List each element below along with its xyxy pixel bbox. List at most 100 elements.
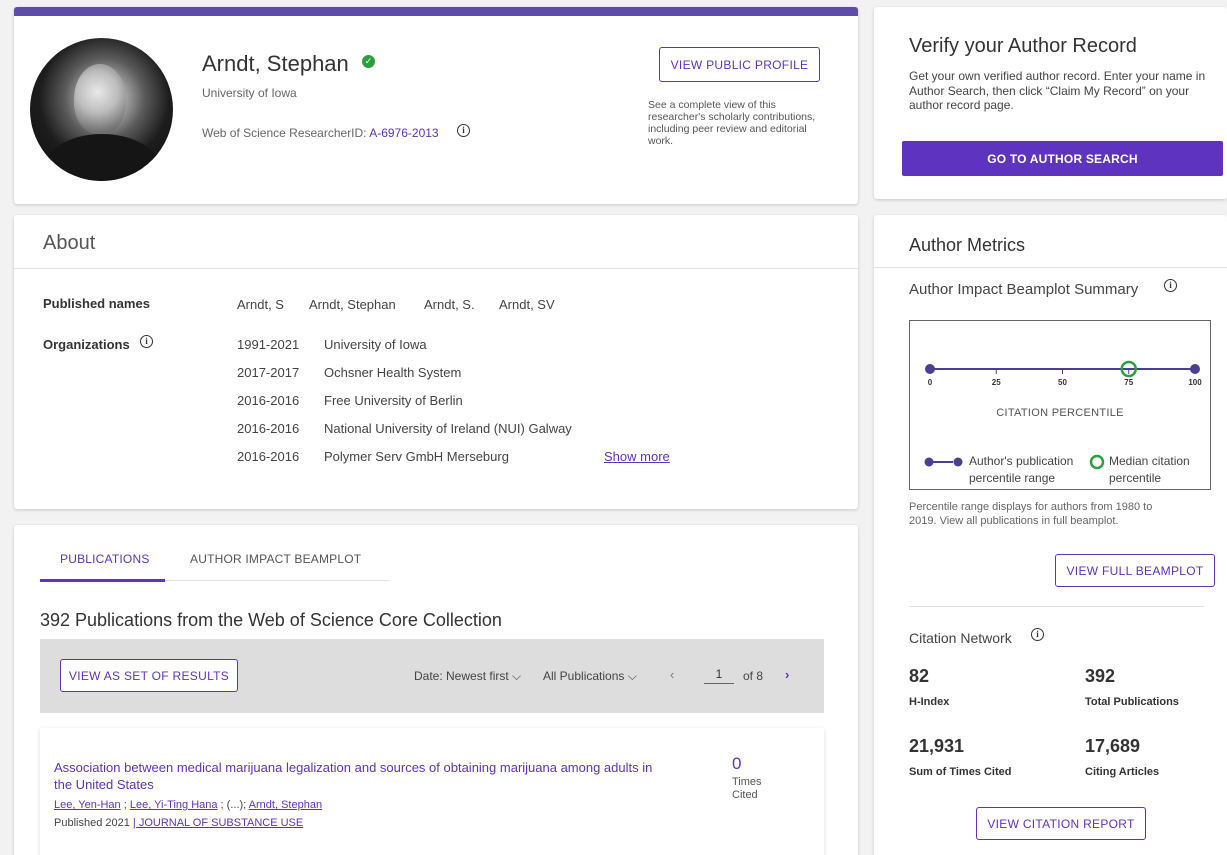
published-name: Arndt, Stephan <box>309 297 396 312</box>
published-year: Published 2021 <box>54 817 133 829</box>
publication-title-link[interactable]: Association between medical marijuana le… <box>54 759 674 793</box>
org-years: 1991-2021 <box>237 337 300 352</box>
beamplot-ticks: 0 25 50 75 100 <box>928 369 1202 387</box>
published-name: Arndt, S <box>237 297 284 312</box>
chevron-left-icon[interactable]: ‹ <box>670 667 674 682</box>
author-link[interactable]: Lee, Yen-Han <box>54 799 121 811</box>
times-cited-value: 21,931 <box>909 736 965 756</box>
org-name: University of Iowa <box>324 337 427 352</box>
legend-range-start <box>924 457 934 467</box>
divider <box>874 267 1227 268</box>
org-name: Ochsner Health System <box>324 365 462 380</box>
avatar <box>30 38 173 181</box>
metrics-title: Author Metrics <box>909 235 1026 255</box>
citation-network-title: Citation Network <box>909 630 1012 646</box>
organizations-label: Organizations <box>43 337 130 352</box>
avatar-shoulders <box>44 134 160 181</box>
legend-median-label: Median citation percentile <box>1109 454 1190 485</box>
published-name: Arndt, S. <box>424 297 475 312</box>
beamplot-tick-label: 75 <box>1124 378 1133 387</box>
view-public-profile-button[interactable]: VIEW PUBLIC PROFILE <box>659 47 820 82</box>
published-name: Arndt, SV <box>499 297 555 312</box>
author-separator: ; <box>120 799 130 811</box>
show-more-link[interactable]: Show more <box>604 449 670 464</box>
view-full-beamplot-button[interactable]: VIEW FULL BEAMPLOT <box>1055 554 1215 587</box>
verify-description: Get your own verified author record. Ent… <box>909 69 1206 112</box>
beamplot-tick-label: 25 <box>992 378 1001 387</box>
researcher-id-link[interactable]: A-6976-2013 <box>369 126 438 140</box>
org-years: 2016-2016 <box>237 393 300 408</box>
published-names-label: Published names <box>43 296 150 311</box>
info-icon[interactable]: i <box>1031 628 1044 641</box>
author-university: University of Iowa <box>202 86 297 100</box>
beamplot-tick-label: 50 <box>1058 378 1067 387</box>
author-metrics-card: Author Metrics Author Impact Beamplot Su… <box>874 215 1227 855</box>
beamplot-summary: 0 25 50 75 100 CITATION PERCENTILE Author's … <box>909 320 1211 490</box>
times-cited-label: Times Cited <box>732 776 762 801</box>
beamplot-tick-label: 100 <box>1188 378 1202 387</box>
total-publications-label: Total Publications <box>1085 696 1179 708</box>
beamplot-axis-label: CITATION PERCENTILE <box>996 407 1124 419</box>
publication-meta: Published 2021 | JOURNAL OF SUBSTANCE US… <box>54 817 303 829</box>
divider <box>909 606 1204 607</box>
org-name: Free University of Berlin <box>324 393 463 408</box>
chevron-down-icon: ⌵ <box>512 669 522 683</box>
chevron-right-icon[interactable]: › <box>785 667 789 682</box>
go-to-author-search-button[interactable]: GO TO AUTHOR SEARCH <box>902 141 1223 176</box>
citing-articles-label: Citing Articles <box>1085 766 1160 778</box>
publications-card: PUBLICATIONS AUTHOR IMPACT BEAMPLOT 392 … <box>14 525 858 855</box>
verified-icon: ✓ <box>362 55 375 68</box>
view-citation-report-button[interactable]: VIEW CITATION REPORT <box>976 807 1146 840</box>
org-years: 2016-2016 <box>237 421 300 436</box>
org-name: National University of Ireland (NUI) Gal… <box>324 421 572 436</box>
researcher-id: Web of Science ResearcherID: A-6976-2013 <box>202 126 439 140</box>
public-profile-description: See a complete view of this researcher's… <box>648 99 816 147</box>
legend-range-label: Author's publication percentile range <box>969 454 1074 485</box>
tab-publications[interactable]: PUBLICATIONS <box>60 552 150 566</box>
divider <box>14 268 858 269</box>
publication-item: Association between medical marijuana le… <box>40 728 824 855</box>
times-cited-label: Sum of Times Cited <box>909 766 1012 778</box>
journal-link[interactable]: | JOURNAL OF SUBSTANCE USE <box>133 817 303 829</box>
author-name: Arndt, Stephan <box>202 51 349 76</box>
sort-label: Date: Newest first <box>414 669 509 683</box>
info-icon[interactable]: i <box>457 124 470 137</box>
tab-author-impact-beamplot[interactable]: AUTHOR IMPACT BEAMPLOT <box>190 552 361 566</box>
active-tab-indicator <box>40 579 165 582</box>
legend-median-marker <box>1089 454 1105 470</box>
total-publications-value: 392 <box>1085 666 1116 686</box>
publication-authors: Lee, Yen-Han ; Lee, Yi-Ting Hana ; (...)… <box>54 799 322 811</box>
researcher-id-label: Web of Science ResearcherID: <box>202 126 370 140</box>
org-years: 2016-2016 <box>237 449 300 464</box>
author-link[interactable]: Arndt, Stephan <box>249 799 322 811</box>
org-name: Polymer Serv GmbH Merseburg <box>324 449 509 464</box>
chevron-down-icon: ⌵ <box>627 669 637 683</box>
verify-author-card: Verify your Author Record Get your own v… <box>874 7 1227 199</box>
info-icon[interactable]: i <box>140 335 153 348</box>
verify-title: Verify your Author Record <box>909 35 1137 57</box>
author-link[interactable]: Lee, Yi-Ting Hana <box>130 799 218 811</box>
h-index-value: 82 <box>909 666 930 686</box>
about-card: About Published names Arndt, S Arndt, St… <box>14 215 858 509</box>
profile-card: Arndt, Stephan ✓ University of Iowa Web … <box>14 7 858 204</box>
results-toolbar: VIEW AS SET OF RESULTS Date: Newest firs… <box>40 639 824 713</box>
beamplot-tick-label: 0 <box>928 378 933 387</box>
h-index-label: H-Index <box>909 696 950 708</box>
page-number-input[interactable]: 1 <box>704 667 734 684</box>
about-title: About <box>43 232 96 254</box>
avatar-face <box>74 64 126 134</box>
citing-articles-value[interactable]: 17,689 <box>1085 736 1140 757</box>
times-cited-count[interactable]: 0 <box>732 754 741 774</box>
filter-dropdown[interactable]: All Publications ⌵ <box>543 669 637 684</box>
beamplot-note: Percentile range displays for authors fr… <box>909 501 1153 527</box>
filter-label: All Publications <box>543 669 625 683</box>
info-icon[interactable]: i <box>1164 279 1177 292</box>
view-as-set-button[interactable]: VIEW AS SET OF RESULTS <box>60 659 238 692</box>
beamplot-summary-title: Author Impact Beamplot Summary <box>909 281 1139 298</box>
legend-range-end <box>953 457 963 467</box>
author-ellipsis: ; (...); <box>217 799 249 811</box>
page-total: of 8 <box>743 669 764 683</box>
org-years: 2017-2017 <box>237 365 300 380</box>
sort-dropdown[interactable]: Date: Newest first ⌵ <box>414 669 521 684</box>
publications-heading: 392 Publications from the Web of Science… <box>40 610 502 630</box>
